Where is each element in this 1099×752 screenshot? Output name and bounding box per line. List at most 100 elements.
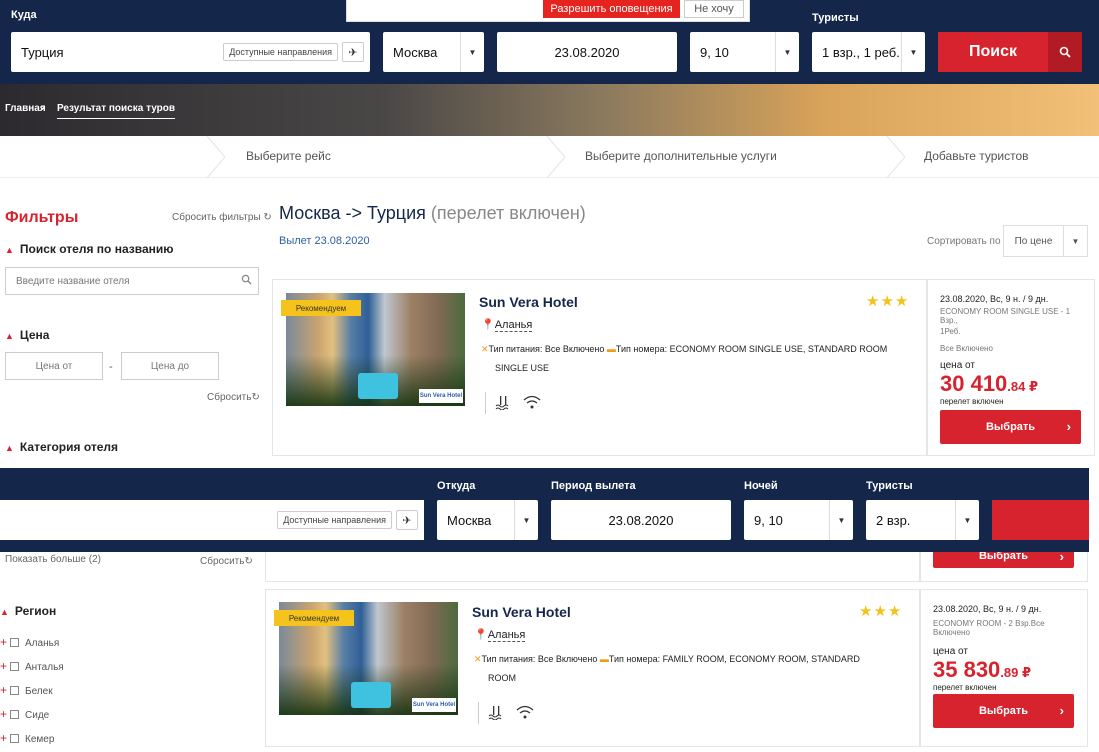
region-label: Аланья	[25, 638, 60, 649]
chevron-down-icon: ▼	[901, 32, 925, 72]
hotel-location-label: Аланья	[494, 319, 533, 332]
select-hotel-button[interactable]: Выбрать ›	[940, 410, 1081, 444]
reset-filters-button[interactable]: Сбросить фильтры ↻	[172, 212, 272, 223]
reset-category-button[interactable]: Сбросить↻	[200, 556, 253, 567]
step-extra-services[interactable]: Выберите дополнительные услуги	[585, 149, 777, 163]
search-button-label: Поиск	[968, 43, 1017, 60]
bed-icon: ▬	[606, 344, 616, 354]
booking-steps: Выберите рейс Выберите дополнительные ус…	[0, 136, 1099, 178]
hotel-location[interactable]: 📍Аланья	[481, 318, 533, 332]
sticky-date-field[interactable]: 23.08.2020	[551, 500, 731, 540]
refresh-icon: ↻	[251, 392, 260, 403]
region-label: Белек	[25, 686, 53, 697]
room-type-line2: ROOM	[488, 673, 516, 683]
price-section[interactable]: ▲ Цена	[5, 328, 49, 342]
search-button[interactable]: Поиск	[938, 32, 1082, 72]
hotel-card: Sun Vera Hotel Рекомендуем Sun Vera Hote…	[272, 279, 927, 456]
amenity-divider	[485, 392, 486, 414]
tourists-select[interactable]: 1 взр., 1 реб. ▼	[812, 32, 925, 72]
price-cents: .84 ₽	[1007, 379, 1039, 394]
step-divider-icon	[206, 136, 225, 178]
hotel-photo-logo: Sun Vera Hotel	[412, 698, 456, 712]
deny-notifications-button[interactable]: Не хочу	[684, 0, 744, 18]
hotel-location[interactable]: 📍Аланья	[474, 628, 526, 642]
sticky-tourists-select[interactable]: 2 взр. ▼	[866, 500, 979, 540]
price-panel-partial: Выбрать ›	[920, 544, 1088, 582]
region-item[interactable]: + Аланья	[0, 635, 59, 649]
departure-date: Вылет 23.08.2020	[279, 235, 370, 247]
sort-value: По цене	[1014, 235, 1053, 247]
departure-city-select[interactable]: Москва ▼	[383, 32, 484, 72]
hotel-name[interactable]: Sun Vera Hotel	[479, 294, 578, 310]
destination-field[interactable]: Турция Доступные направления ✈	[11, 32, 370, 72]
region-item[interactable]: + Сиде	[0, 707, 49, 721]
sticky-search-button[interactable]	[992, 500, 1089, 540]
sticky-tourists-label: Туристы	[866, 480, 913, 492]
refresh-icon: ↻	[244, 556, 253, 567]
hotel-name-section[interactable]: ▲ Поиск отеля по названию	[5, 242, 174, 256]
region-item[interactable]: + Белек	[0, 683, 53, 697]
date-field[interactable]: 23.08.2020	[497, 32, 677, 72]
checkbox[interactable]	[10, 638, 20, 647]
region-section[interactable]: ▲ Регион	[0, 604, 56, 618]
notification-prompt: Разрешить оповещения Не хочу	[346, 0, 750, 22]
price-from-input[interactable]: Цена от	[5, 352, 103, 380]
sticky-destination-field[interactable]: Доступные направления ✈	[0, 500, 424, 540]
sticky-nights-value: 9, 10	[754, 512, 783, 528]
region-label: Анталья	[25, 662, 64, 673]
checkbox[interactable]	[10, 734, 20, 743]
plus-icon: +	[0, 659, 8, 673]
select-hotel-label: Выбрать	[978, 705, 1029, 717]
hotel-category-section[interactable]: ▲ Категория отеля	[5, 440, 118, 454]
checkbox[interactable]	[10, 662, 20, 671]
region-item[interactable]: + Анталья	[0, 659, 64, 673]
plane-icon[interactable]: ✈	[342, 42, 364, 62]
region-item[interactable]: + Кемер	[0, 731, 54, 745]
show-more-link[interactable]: Показать больше (2)	[5, 554, 101, 565]
tour-date: 23.08.2020, Вс, 9 н. / 9 дн.	[933, 604, 1042, 614]
sticky-departure-city-select[interactable]: Москва ▼	[437, 500, 538, 540]
price-section-label: Цена	[19, 328, 50, 342]
refresh-icon: ↻	[263, 212, 272, 223]
sticky-search-bar: Доступные направления ✈ Откуда Москва ▼ …	[0, 468, 1089, 552]
reset-price-button[interactable]: Сбросить↻	[207, 392, 260, 403]
hotel-name-input[interactable]: Введите название отеля	[5, 267, 259, 295]
available-directions-chip[interactable]: Доступные направления	[223, 43, 338, 61]
hotel-location-label: Аланья	[487, 629, 526, 642]
price-to-input[interactable]: Цена до	[121, 352, 219, 380]
price-panel: 23.08.2020, Вс, 9 н. / 9 дн. ECONOMY ROO…	[927, 279, 1095, 456]
breadcrumb-home[interactable]: Главная	[5, 103, 46, 114]
chevron-down-icon: ▼	[775, 32, 799, 72]
nights-label: Ночей	[744, 480, 778, 492]
from-label: Откуда	[437, 480, 476, 492]
step-add-tourists[interactable]: Добавьте туристов	[924, 149, 1029, 163]
chevron-down-icon: ▼	[1063, 226, 1087, 256]
hotel-meta: ✕Тип питания: Все Включено ▬Тип номера: …	[481, 340, 921, 378]
plus-icon: +	[0, 731, 8, 745]
departure-city-value: Москва	[393, 44, 438, 60]
nights-value: 9, 10	[700, 44, 729, 60]
checkbox[interactable]	[10, 686, 20, 695]
plane-icon[interactable]: ✈	[396, 510, 418, 530]
allow-notifications-button[interactable]: Разрешить оповещения	[543, 0, 680, 18]
flight-included-note: перелет включен	[940, 397, 1004, 406]
step-choose-flight[interactable]: Выберите рейс	[246, 149, 331, 163]
sticky-nights-select[interactable]: 9, 10 ▼	[744, 500, 853, 540]
price-main: 30 410	[940, 371, 1008, 396]
price-panel: 23.08.2020, Вс, 9 н. / 9 дн. ECONOMY ROO…	[920, 589, 1088, 747]
price: 30 410.84 ₽	[940, 371, 1090, 397]
hotel-name-section-label: Поиск отеля по названию	[19, 242, 174, 256]
recommended-badge: Рекомендуем	[281, 300, 361, 316]
nights-select[interactable]: 9, 10 ▼	[690, 32, 799, 72]
price-details: 23.08.2020, Вс, 9 н. / 9 дн. ECONOMY ROO…	[933, 604, 1083, 692]
destination-label: Куда	[11, 9, 37, 21]
hotel-name[interactable]: Sun Vera Hotel	[472, 604, 571, 620]
available-directions-chip[interactable]: Доступные направления	[277, 511, 392, 529]
caret-up-icon: ▲	[5, 331, 14, 341]
sticky-tourists-value: 2 взр.	[876, 512, 911, 528]
sort-select[interactable]: По цене ▼	[1003, 225, 1088, 257]
caret-up-icon: ▲	[5, 443, 14, 453]
select-hotel-button[interactable]: Выбрать ›	[933, 694, 1074, 728]
chevron-down-icon: ▼	[514, 500, 538, 540]
checkbox[interactable]	[10, 710, 20, 719]
